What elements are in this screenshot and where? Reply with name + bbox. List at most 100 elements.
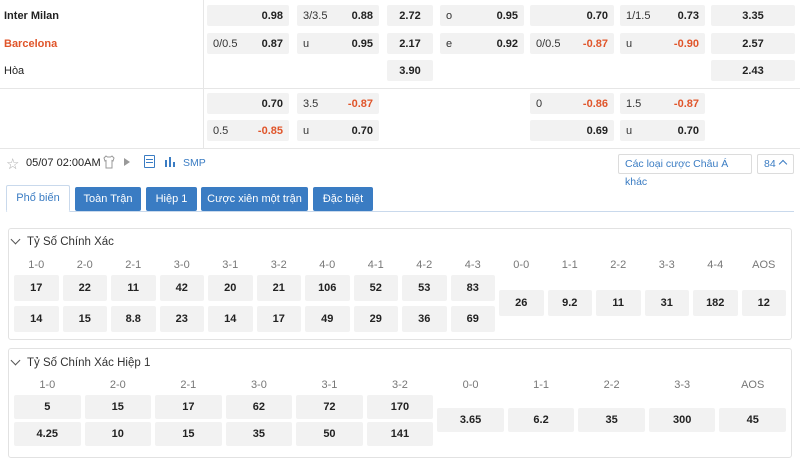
score-odds-cell[interactable]: 14 xyxy=(14,306,59,332)
score-odds-cell[interactable]: 5 xyxy=(14,395,81,419)
score-odds-cell[interactable]: 53 xyxy=(402,275,447,301)
star-icon[interactable]: ☆ xyxy=(6,155,19,173)
odds-cell[interactable]: 2.43 xyxy=(711,60,795,81)
score-odds-cell[interactable]: 69 xyxy=(450,306,495,332)
smp-link[interactable]: SMP xyxy=(183,157,206,169)
score-odds-cell[interactable]: 35 xyxy=(578,408,645,432)
odds-cell[interactable]: 3/3.5 0.88 xyxy=(297,5,379,26)
score-odds-cell[interactable]: 11 xyxy=(111,275,156,301)
odds-cell[interactable]: 3.90 xyxy=(387,60,433,81)
score-header: 3-1 xyxy=(321,379,338,391)
odds-cell[interactable]: 0/0.5 -0.87 xyxy=(530,33,614,54)
chevron-down-icon xyxy=(10,355,21,366)
score-odds-cell[interactable]: 35 xyxy=(225,422,293,446)
section-header[interactable]: Tỷ Số Chính Xác Hiệp 1 xyxy=(10,355,151,369)
score-odds-cell[interactable]: 36 xyxy=(402,306,447,332)
score-header: 2-0 xyxy=(76,259,93,271)
odds-cell[interactable]: u 0.70 xyxy=(297,120,379,141)
score-odds-cell[interactable]: 22 xyxy=(62,275,107,301)
score-odds-cell[interactable]: 11 xyxy=(596,290,641,316)
play-icon[interactable] xyxy=(124,158,130,166)
score-odds-cell[interactable]: 14 xyxy=(208,306,253,332)
score-odds-cell[interactable]: 72 xyxy=(296,395,363,419)
odds-cell[interactable]: 0.70 xyxy=(207,93,289,114)
score-odds-cell[interactable]: 10 xyxy=(84,422,152,446)
score-header: 3-1 xyxy=(222,259,239,271)
score-odds-cell[interactable]: 141 xyxy=(366,422,434,446)
odds-cell[interactable]: 2.57 xyxy=(711,33,795,54)
odds-cell[interactable]: e 0.92 xyxy=(440,33,524,54)
score-header: 0-0 xyxy=(462,379,479,391)
odds-cell[interactable]: 0.69 xyxy=(530,120,614,141)
score-odds-cell[interactable]: 15 xyxy=(155,422,222,446)
score-odds-cell[interactable]: 52 xyxy=(353,275,398,301)
tab-first-half[interactable]: Hiệp 1 xyxy=(146,187,197,211)
score-odds-cell[interactable]: 17 xyxy=(256,306,301,332)
odds-cell[interactable]: 0/0.5 0.87 xyxy=(207,33,289,54)
score-header: 3-0 xyxy=(250,379,267,391)
score-odds-cell[interactable]: 17 xyxy=(14,275,59,301)
score-odds-cell[interactable]: 12 xyxy=(741,290,786,316)
bar-chart-icon[interactable] xyxy=(163,155,177,168)
section-header[interactable]: Tỷ Số Chính Xác xyxy=(10,234,114,248)
odds-cell[interactable]: 0.70 xyxy=(530,5,614,26)
score-odds-cell[interactable]: 106 xyxy=(305,275,350,301)
score-odds-cell[interactable]: 23 xyxy=(159,306,204,332)
score-odds-cell[interactable]: 182 xyxy=(693,290,738,316)
tab-full-match[interactable]: Toàn Trận xyxy=(75,187,141,211)
odds-cell[interactable]: u 0.70 xyxy=(620,120,705,141)
score-odds-cell[interactable]: 4.25 xyxy=(14,422,81,446)
score-odds-cell[interactable]: 29 xyxy=(353,306,398,332)
odds-cell[interactable]: u 0.95 xyxy=(297,33,379,54)
score-odds-cell[interactable]: 300 xyxy=(648,408,716,432)
score-header: 2-1 xyxy=(180,379,197,391)
score-header: 3-0 xyxy=(173,259,190,271)
score-odds-cell[interactable]: 45 xyxy=(719,408,786,432)
odds-cell[interactable]: 2.17 xyxy=(387,33,433,54)
more-markets-button[interactable]: 84 xyxy=(757,154,794,174)
score-odds-cell[interactable]: 31 xyxy=(644,290,689,316)
odds-cell[interactable]: u -0.90 xyxy=(620,33,705,54)
score-header: AOS xyxy=(741,379,765,391)
score-odds-cell[interactable]: 62 xyxy=(225,395,293,419)
odds-cell[interactable]: 0 -0.86 xyxy=(530,93,614,114)
score-odds-cell[interactable]: 21 xyxy=(256,275,301,301)
odds-cell[interactable]: 3.35 xyxy=(711,5,795,26)
odds-cell[interactable]: 2.72 xyxy=(387,5,433,26)
score-odds-cell[interactable]: 20 xyxy=(208,275,253,301)
odds-cell[interactable]: 1.5 -0.87 xyxy=(620,93,705,114)
score-odds-cell[interactable]: 170 xyxy=(366,395,434,419)
jersey-icon[interactable] xyxy=(103,155,115,169)
stats-table-icon[interactable] xyxy=(144,155,155,168)
score-odds-cell[interactable]: 17 xyxy=(155,395,222,419)
score-odds-cell[interactable]: 6.2 xyxy=(507,408,575,432)
odds-cell[interactable]: 3.5 -0.87 xyxy=(297,93,379,114)
score-header: 2-2 xyxy=(610,259,627,271)
score-odds-cell[interactable]: 42 xyxy=(159,275,204,301)
tab-same-game-parlay[interactable]: Cược xiên một trận xyxy=(201,187,308,211)
divider xyxy=(0,88,800,89)
score-header: 1-1 xyxy=(533,379,550,391)
odds-cell[interactable]: 0.5 -0.85 xyxy=(207,120,289,141)
odds-cell[interactable]: 1/1.5 0.73 xyxy=(620,5,705,26)
section-title: Tỷ Số Chính Xác Hiệp 1 xyxy=(27,357,151,369)
score-header: 4-4 xyxy=(707,259,724,271)
score-odds-cell[interactable]: 9.2 xyxy=(547,290,592,316)
score-odds-cell[interactable]: 8.8 xyxy=(111,306,156,332)
score-odds-cell[interactable]: 26 xyxy=(499,290,544,316)
odds-cell[interactable]: o 0.95 xyxy=(440,5,524,26)
score-odds-cell[interactable]: 50 xyxy=(296,422,363,446)
odds-cell[interactable]: 0.98 xyxy=(207,5,289,26)
score-odds-cell[interactable]: 15 xyxy=(62,306,107,332)
score-header: 4-2 xyxy=(416,259,433,271)
score-odds-cell[interactable]: 83 xyxy=(450,275,495,301)
chevron-down-icon xyxy=(10,234,21,245)
tab-special[interactable]: Đặc biệt xyxy=(313,187,373,211)
bet-types-dropdown[interactable]: Các loại cược Châu Á khác xyxy=(618,154,752,188)
score-header: 4-3 xyxy=(464,259,481,271)
score-odds-cell[interactable]: 3.65 xyxy=(437,408,504,432)
tab-underline xyxy=(6,211,794,212)
score-odds-cell[interactable]: 49 xyxy=(305,306,350,332)
score-odds-cell[interactable]: 15 xyxy=(84,395,152,419)
tab-popular[interactable]: Phổ biến xyxy=(6,185,70,212)
